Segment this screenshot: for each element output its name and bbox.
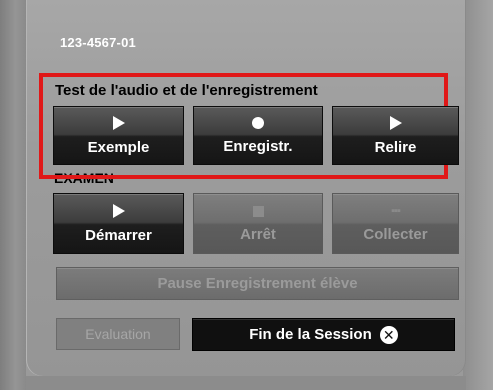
- pause-recording-button[interactable]: Pause Enregistrement élève: [56, 267, 459, 300]
- pause-recording-label: Pause Enregistrement élève: [157, 275, 358, 292]
- play-icon: [389, 116, 402, 130]
- record-icon: [252, 117, 264, 129]
- replay-button-label: Relire: [374, 139, 417, 156]
- start-button-label: Démarrer: [85, 227, 152, 244]
- session-id: 123-4567-01: [60, 35, 136, 50]
- window-frame-right: [463, 0, 493, 390]
- window-frame-left: [0, 0, 26, 390]
- stop-button[interactable]: Arrêt: [193, 193, 323, 254]
- record-button[interactable]: Enregistr.: [193, 106, 323, 165]
- evaluation-button[interactable]: Evaluation: [56, 318, 180, 350]
- end-session-button[interactable]: Fin de la Session ✕: [192, 318, 455, 351]
- close-icon: ✕: [379, 325, 398, 344]
- replay-button[interactable]: Relire: [332, 106, 459, 165]
- panel-bottom-edge: [26, 376, 466, 390]
- end-session-label: Fin de la Session: [249, 326, 372, 343]
- evaluation-label: Evaluation: [85, 326, 151, 342]
- example-button[interactable]: Exemple: [53, 106, 184, 165]
- collect-button[interactable]: ▪▪▪ Collecter: [332, 193, 459, 254]
- play-icon: [112, 116, 125, 130]
- collect-icon: ▪▪▪: [391, 205, 401, 217]
- play-icon: [112, 204, 125, 218]
- record-button-label: Enregistr.: [223, 138, 293, 155]
- stop-icon: [252, 205, 264, 217]
- audio-test-title: Test de l'audio et de l'enregistrement: [55, 82, 318, 99]
- start-button[interactable]: Démarrer: [53, 193, 184, 254]
- collect-button-label: Collecter: [363, 226, 428, 243]
- stop-button-label: Arrêt: [240, 225, 276, 243]
- example-button-label: Exemple: [87, 139, 150, 156]
